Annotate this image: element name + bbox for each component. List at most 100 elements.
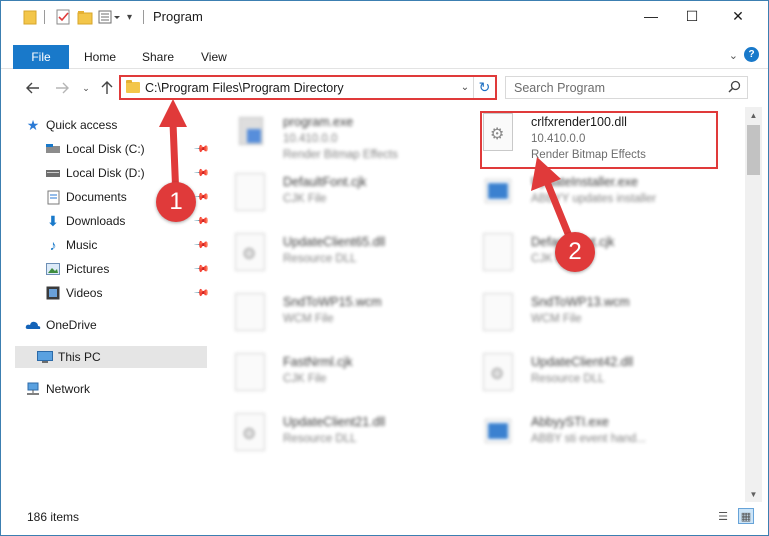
item-count: 186 items	[27, 510, 80, 524]
file-item[interactable]: program.exe 10.410.0.0 Render Bitmap Effe…	[211, 107, 451, 161]
folder-icon	[126, 80, 140, 93]
customize-toolbar-icon[interactable]	[98, 8, 122, 26]
tiles-view-icon[interactable]: ▦	[738, 508, 754, 524]
file-item[interactable]: UpdateClient21.dll Resource DLL	[211, 407, 451, 457]
annotation-badge-2: 2	[555, 232, 595, 272]
sidebar-item-this-pc[interactable]: This PC	[15, 346, 207, 368]
tab-file[interactable]: File	[13, 45, 69, 69]
pin-icon[interactable]: 📌	[193, 285, 210, 302]
sidebar-item-label: Network	[46, 382, 91, 396]
toolbar-separator	[44, 10, 45, 24]
pin-icon[interactable]: 📌	[193, 261, 210, 278]
toolbar-separator	[143, 10, 144, 24]
new-folder-icon[interactable]	[77, 8, 93, 26]
file-name: FastNrml.cjk	[283, 355, 353, 369]
file-details: Resource DLL	[531, 373, 605, 385]
file-icon	[235, 353, 265, 391]
drive-icon	[45, 141, 61, 157]
quick-access-dropdown-icon[interactable]: ▾	[127, 8, 132, 26]
sidebar-item-label: Videos	[66, 286, 103, 300]
drive-icon	[45, 165, 61, 181]
file-item[interactable]: UpdateClient42.dll Resource DLL	[459, 347, 699, 397]
sidebar-item-label: Downloads	[66, 214, 126, 228]
sidebar-item-label: Music	[66, 238, 98, 252]
file-name: program.exe	[283, 115, 354, 129]
file-details: CJK File	[283, 373, 327, 385]
sidebar-item-pictures[interactable]: Pictures 📌	[45, 258, 210, 280]
file-details: WCM File	[531, 313, 582, 325]
file-name: DefaultFont.cjk	[283, 175, 367, 189]
file-details: CJK File	[283, 193, 327, 205]
file-name: UpdateClient65.dll	[283, 235, 386, 249]
sidebar-item-label: Pictures	[66, 262, 110, 276]
vertical-scrollbar[interactable]: ▲ ▼	[745, 107, 762, 502]
refresh-icon[interactable]: ↻	[473, 77, 495, 98]
sidebar-item-onedrive[interactable]: OneDrive	[25, 314, 207, 336]
properties-icon[interactable]	[55, 8, 71, 26]
sidebar-item-music[interactable]: ♪ Music 📌	[45, 234, 210, 256]
close-button[interactable]: ✕	[715, 1, 761, 31]
address-dropdown-icon[interactable]: ⌄	[457, 79, 473, 96]
sidebar-item-label: Local Disk (D:)	[66, 166, 145, 180]
file-icon	[235, 173, 265, 211]
details-view-icon[interactable]: ☰	[715, 508, 731, 524]
file-item[interactable]: DefaultFont.cjk CJK File	[211, 167, 451, 217]
scroll-up-icon[interactable]: ▲	[745, 107, 762, 123]
sidebar-item-videos[interactable]: Videos 📌	[45, 282, 210, 304]
tab-share[interactable]: Share	[142, 50, 174, 64]
scroll-thumb[interactable]	[747, 125, 760, 175]
folder-icon	[23, 8, 37, 26]
exe-file-icon	[483, 173, 513, 211]
forward-button[interactable]	[52, 78, 72, 98]
music-icon: ♪	[49, 237, 57, 253]
file-icon	[235, 293, 265, 331]
search-placeholder: Search Program	[514, 81, 606, 95]
exe-file-icon	[483, 413, 513, 451]
highlight-box	[480, 111, 718, 169]
file-item[interactable]: SndToWP13.wcm WCM File	[459, 287, 699, 337]
pin-icon[interactable]: 📌	[193, 237, 210, 254]
dll-file-icon	[235, 413, 265, 451]
download-icon: ⬇	[47, 212, 59, 229]
sidebar-item-label: Local Disk (C:)	[66, 142, 145, 156]
explorer-window: ▾ Program — ☐ ✕ File Home Share View ⌄ ?…	[0, 0, 769, 536]
recent-locations-icon[interactable]: ⌄	[76, 78, 96, 98]
file-item[interactable]: SndToWP15.wcm WCM File	[211, 287, 451, 337]
ribbon-tabs: File Home Share View ⌄ ?	[1, 45, 768, 69]
ribbon-expand-icon[interactable]: ⌄	[729, 49, 738, 62]
help-icon[interactable]: ?	[744, 47, 759, 62]
search-icon[interactable]	[728, 80, 741, 96]
sidebar-item-label: This PC	[58, 350, 101, 364]
dll-file-icon	[235, 233, 265, 271]
videos-icon	[45, 285, 61, 301]
tab-home[interactable]: Home	[84, 50, 116, 64]
file-name: UpdateClient21.dll	[283, 415, 386, 429]
file-name: SndToWP15.wcm	[283, 295, 382, 309]
title-bar: ▾ Program — ☐ ✕	[1, 1, 768, 32]
cloud-icon	[25, 317, 41, 333]
up-button[interactable]	[97, 78, 117, 98]
file-details: Resource DLL	[283, 433, 357, 445]
file-details: ABBY sti event hand...	[531, 433, 646, 445]
exe-file-icon	[235, 113, 265, 151]
file-item[interactable]: FastNrml.cjk CJK File	[211, 347, 451, 397]
dll-file-icon	[483, 353, 513, 391]
file-icon	[483, 293, 513, 331]
back-button[interactable]	[23, 78, 43, 98]
file-details: Resource DLL	[283, 253, 357, 265]
scroll-down-icon[interactable]: ▼	[745, 486, 762, 502]
file-item[interactable]: UpdateClient65.dll Resource DLL	[211, 227, 451, 277]
star-icon: ★	[26, 116, 40, 133]
sidebar-item-label: OneDrive	[46, 318, 97, 332]
file-details: WCM File	[283, 313, 334, 325]
sidebar-item-label: Quick access	[46, 118, 118, 132]
window-title: Program	[153, 9, 203, 24]
maximize-button[interactable]: ☐	[669, 1, 715, 31]
computer-icon	[37, 349, 53, 365]
tab-view[interactable]: View	[201, 50, 227, 64]
search-box[interactable]: Search Program	[505, 76, 748, 99]
sidebar-item-network[interactable]: Network	[25, 378, 207, 400]
minimize-button[interactable]: —	[628, 1, 674, 31]
file-item[interactable]: AbbyySTI.exe ABBY sti event hand...	[459, 407, 699, 457]
annotation-badge-1: 1	[156, 182, 196, 222]
